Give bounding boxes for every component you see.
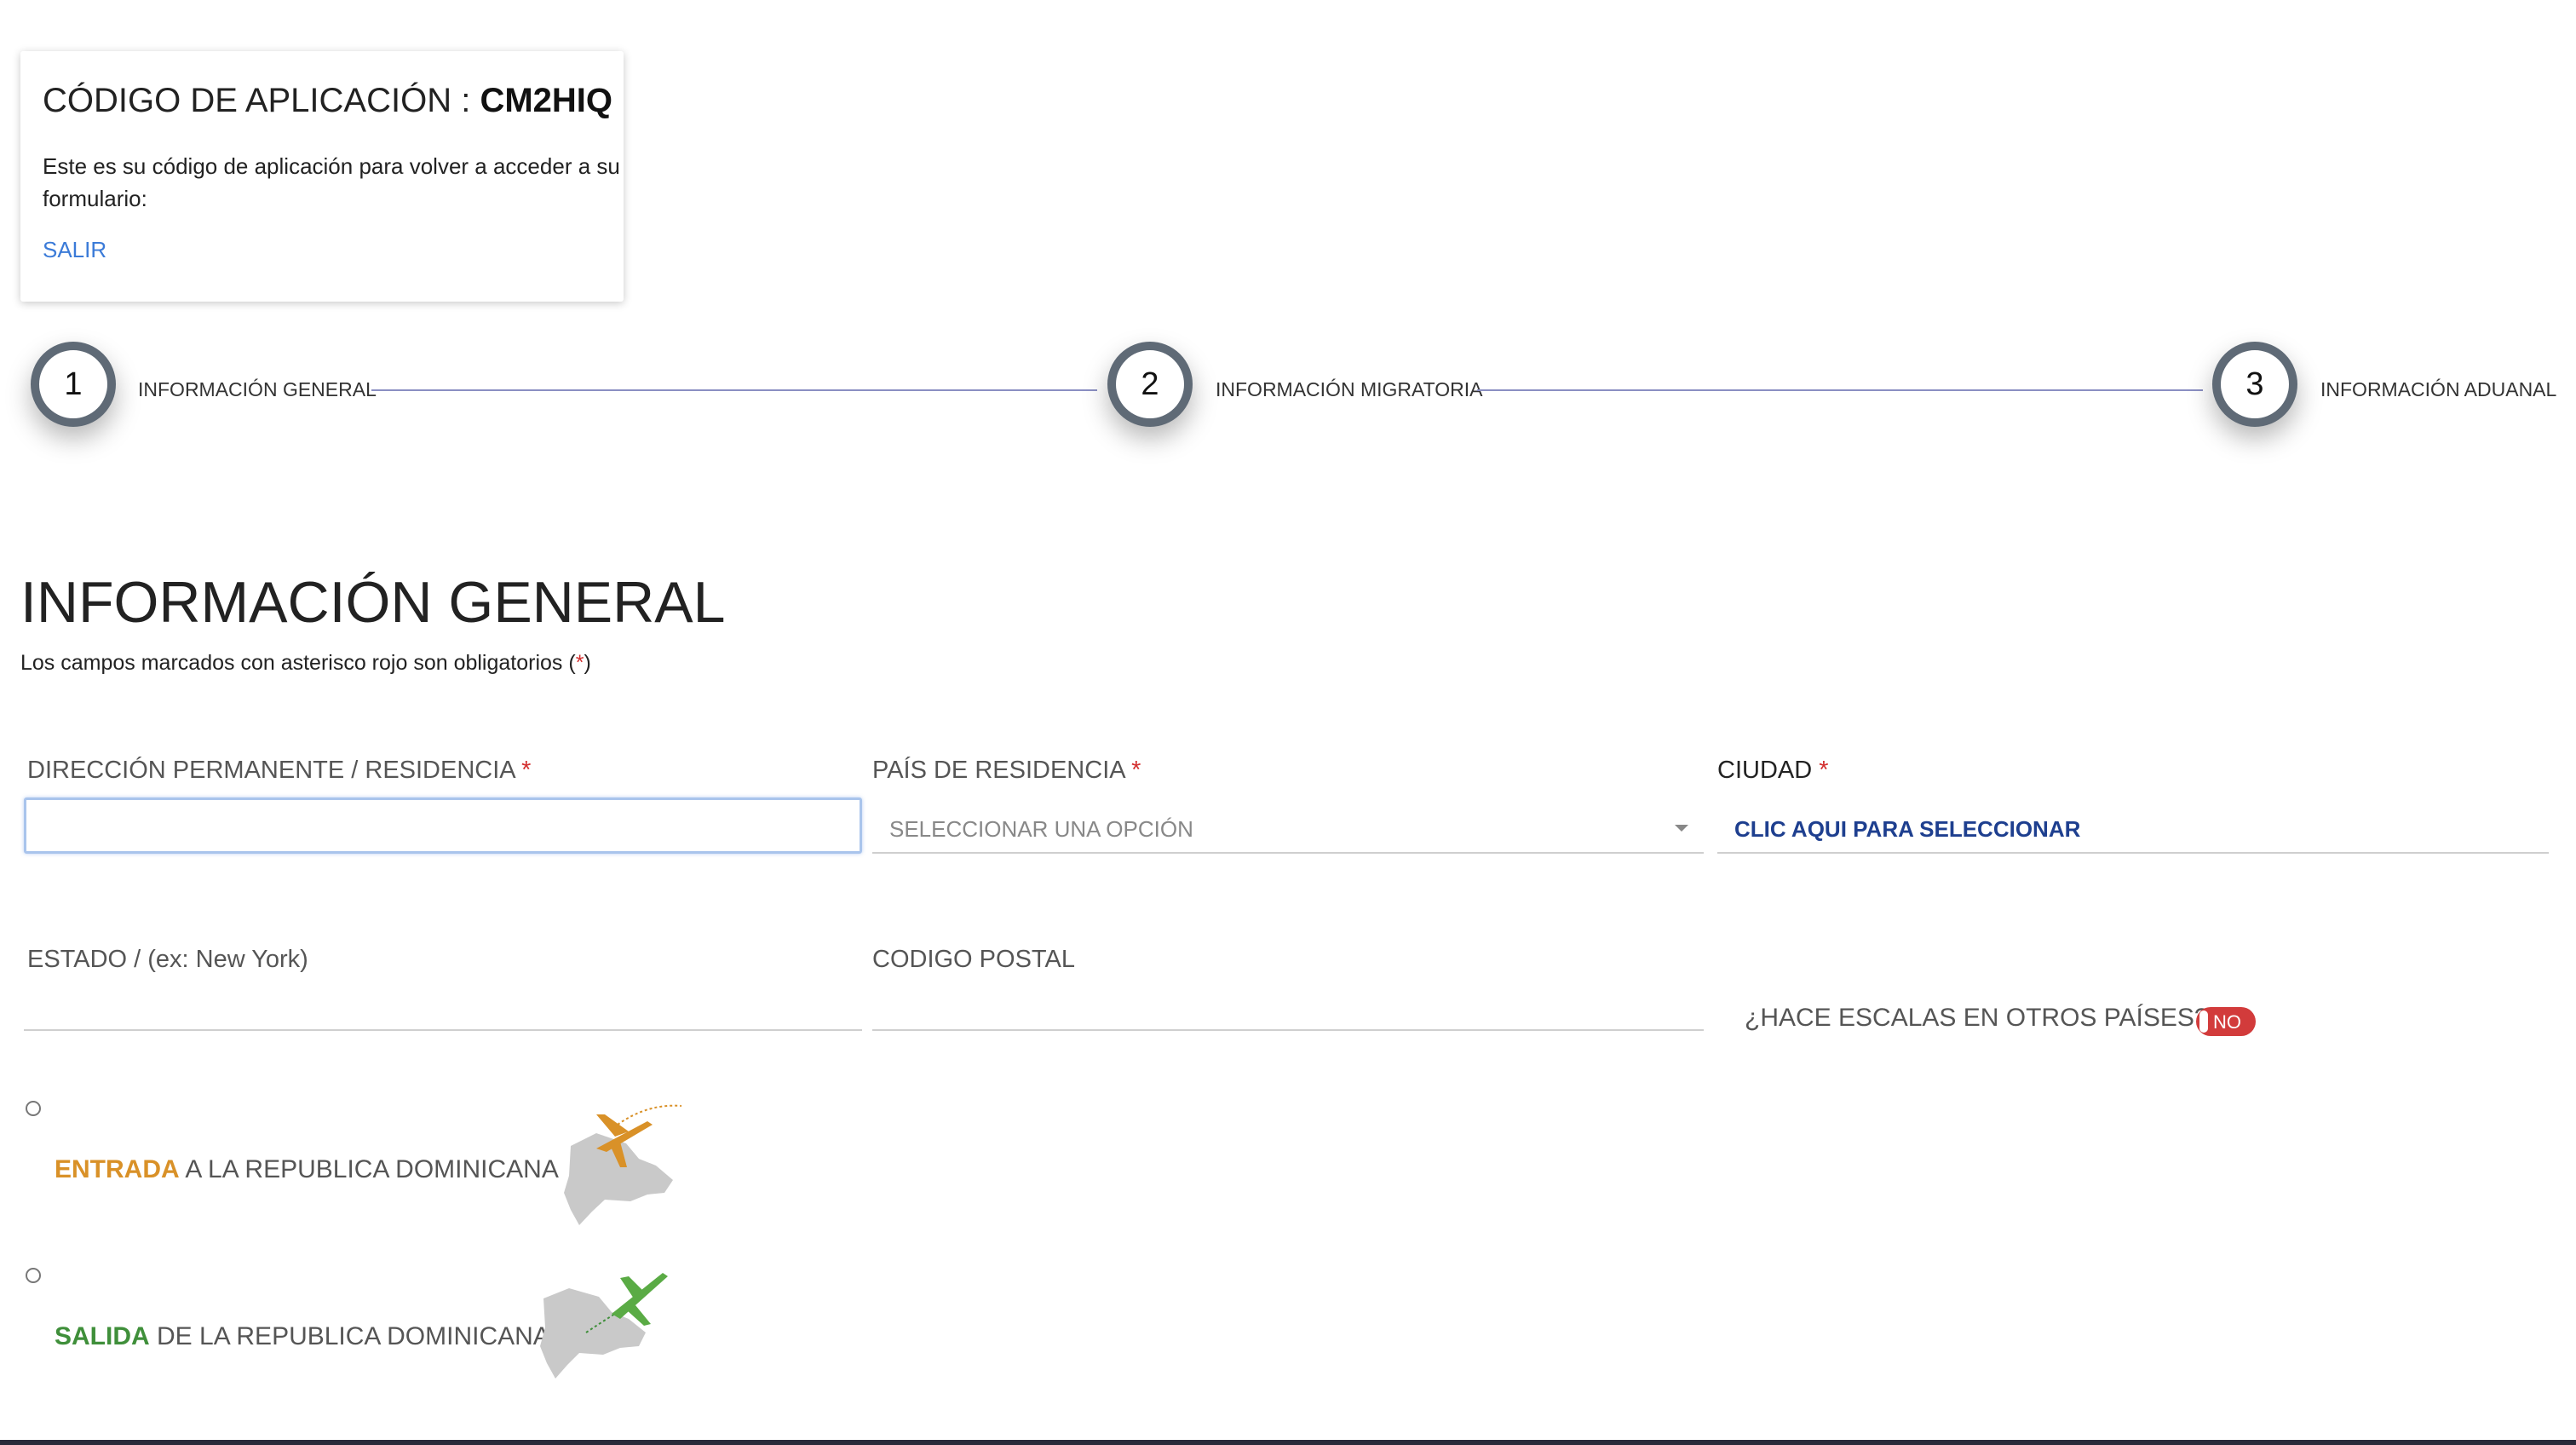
exit-radio[interactable] — [26, 1268, 41, 1283]
application-code-title: CÓDIGO DE APLICACIÓN : CM2HIQ — [43, 82, 612, 120]
city-label: CIUDAD * — [1717, 757, 1829, 785]
country-label-text: PAÍS DE RESIDENCIA — [872, 757, 1124, 784]
city-select-button[interactable]: CLIC AQUI PARA SELECCIONAR — [1717, 797, 2549, 854]
stops-question-label: ¿HACE ESCALAS EN OTROS PAÍSES? — [1745, 1004, 2209, 1032]
step-connector-2 — [1477, 389, 2203, 391]
entry-rest: A LA REPUBLICA DOMINICANA — [179, 1155, 559, 1183]
step-2-label[interactable]: INFORMACIÓN MIGRATORIA — [1216, 378, 1483, 401]
step-1-circle[interactable]: 1 — [31, 342, 116, 427]
step-2-circle[interactable]: 2 — [1107, 342, 1193, 427]
entry-radio[interactable] — [26, 1101, 41, 1116]
country-select-placeholder: SELECCIONAR UNA OPCIÓN — [889, 816, 1193, 842]
plane-arriving-icon — [564, 1104, 682, 1225]
page-title: INFORMACIÓN GENERAL — [20, 570, 726, 635]
exit-highlight: SALIDA — [55, 1322, 150, 1350]
plane-departing-icon — [540, 1273, 668, 1379]
window-bottom-edge — [0, 1440, 2576, 1445]
address-input[interactable] — [24, 797, 862, 854]
state-input[interactable] — [24, 980, 862, 1031]
state-label: ESTADO / (ex: New York) — [27, 946, 308, 973]
note-prefix: Los campos marcados con asterisco rojo s… — [20, 651, 576, 675]
note-suffix: ) — [584, 651, 591, 675]
step-1-label[interactable]: INFORMACIÓN GENERAL — [138, 378, 377, 401]
required-fields-note: Los campos marcados con asterisco rojo s… — [20, 651, 591, 676]
application-code-description: Este es su código de aplicación para vol… — [43, 153, 620, 211]
chevron-down-icon — [1675, 825, 1688, 832]
country-label: PAÍS DE RESIDENCIA * — [872, 757, 1141, 785]
postal-code-input[interactable] — [872, 980, 1704, 1031]
application-code-card: CÓDIGO DE APLICACIÓN : CM2HIQ Este es su… — [20, 51, 624, 302]
entry-highlight: ENTRADA — [55, 1155, 180, 1183]
application-code: CM2HIQ — [480, 82, 613, 119]
postal-code-label: CODIGO POSTAL — [872, 946, 1075, 973]
step-3-circle[interactable]: 3 — [2212, 342, 2297, 427]
address-label-text: DIRECCIÓN PERMANENTE / RESIDENCIA — [27, 757, 515, 784]
country-required-mark: * — [1131, 757, 1141, 784]
entry-option-label[interactable]: ENTRADA A LA REPUBLICA DOMINICANA — [55, 1155, 559, 1184]
exit-link[interactable]: SALIR — [43, 237, 106, 263]
toggle-state-label: NO — [2213, 1011, 2241, 1033]
step-2-number: 2 — [1141, 366, 1159, 402]
step-3-number: 3 — [2245, 366, 2264, 402]
exit-option-label[interactable]: SALIDA DE LA REPUBLICA DOMINICANA — [55, 1322, 550, 1351]
stops-toggle[interactable]: NO — [2196, 1007, 2256, 1036]
step-1-number: 1 — [64, 366, 83, 402]
step-3-label[interactable]: INFORMACIÓN ADUANAL — [2320, 378, 2556, 401]
form-stepper: 1 INFORMACIÓN GENERAL 2 INFORMACIÓN MIGR… — [0, 337, 2576, 447]
code-title-prefix: CÓDIGO DE APLICACIÓN : — [43, 82, 480, 119]
country-select[interactable]: SELECCIONAR UNA OPCIÓN — [872, 797, 1704, 854]
step-connector-1 — [371, 389, 1097, 391]
city-required-mark: * — [1819, 757, 1829, 784]
toggle-knob — [2199, 1010, 2208, 1033]
city-label-text: CIUDAD — [1717, 757, 1813, 784]
exit-rest: DE LA REPUBLICA DOMINICANA — [149, 1322, 550, 1350]
address-label: DIRECCIÓN PERMANENTE / RESIDENCIA * — [27, 757, 531, 785]
address-required-mark: * — [521, 757, 532, 784]
city-select-text: CLIC AQUI PARA SELECCIONAR — [1734, 816, 2081, 842]
note-asterisk: * — [575, 651, 584, 675]
